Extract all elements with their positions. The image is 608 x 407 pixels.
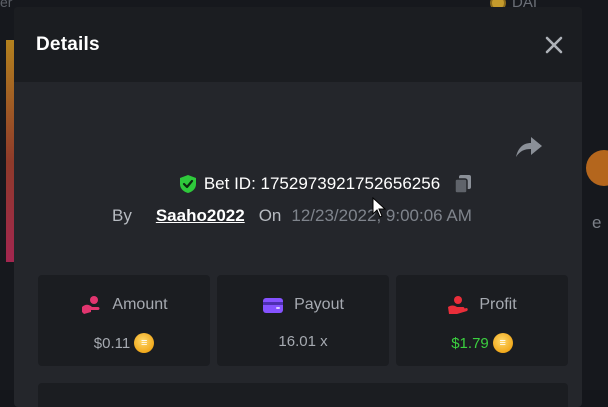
profit-value: $1.79 — [451, 335, 489, 352]
coin-icon: ≡ — [493, 333, 513, 353]
by-label: By — [112, 206, 132, 226]
modal-title: Details — [36, 34, 100, 56]
bet-meta-row: By Saaho2022 On 12/23/2022, 9:00:06 AM — [112, 206, 472, 226]
coin-icon: ≡ — [134, 333, 154, 353]
on-label: On — [259, 206, 282, 226]
bet-id-label: Bet ID: 1752973921752656256 — [204, 174, 440, 194]
amount-value-row: $0.11 ≡ — [94, 333, 154, 353]
wallet-icon — [262, 295, 284, 315]
hand-coins-icon — [80, 295, 102, 315]
profit-value-row: $1.79 ≡ — [451, 333, 513, 353]
profit-card: Profit $1.79 ≡ — [396, 275, 568, 366]
payout-value: 16.01 x — [278, 333, 327, 350]
share-icon-glyph — [515, 135, 543, 159]
bet-stats: Amount $0.11 ≡ Payout 16.01 x — [38, 275, 568, 366]
copy-icon[interactable] — [452, 173, 474, 195]
payout-card-header: Payout — [262, 295, 344, 315]
details-modal: Details Bet ID: 1752973921752656256 By S… — [14, 7, 582, 407]
payout-value-row: 16.01 x — [278, 333, 327, 350]
close-icon[interactable] — [540, 31, 568, 59]
modal-header: Details — [14, 7, 582, 82]
amount-card: Amount $0.11 ≡ — [38, 275, 210, 366]
payout-label: Payout — [294, 296, 344, 314]
background-text-fragment: e — [592, 213, 601, 233]
close-icon-glyph — [545, 36, 563, 54]
shield-check-icon — [178, 174, 198, 194]
share-icon[interactable] — [514, 133, 544, 161]
profit-card-header: Profit — [447, 295, 516, 315]
profit-label: Profit — [479, 296, 516, 314]
amount-label: Amount — [112, 296, 167, 314]
bet-id-row: Bet ID: 1752973921752656256 — [14, 173, 582, 195]
amount-card-header: Amount — [80, 295, 167, 315]
username-link[interactable]: Saaho2022 — [156, 206, 245, 226]
hand-profit-icon — [447, 295, 469, 315]
mouse-cursor-icon — [372, 197, 386, 219]
more-details-panel — [38, 383, 568, 407]
payout-card: Payout 16.01 x — [217, 275, 389, 366]
amount-value: $0.11 — [94, 335, 130, 352]
background-text: er — [0, 0, 12, 10]
